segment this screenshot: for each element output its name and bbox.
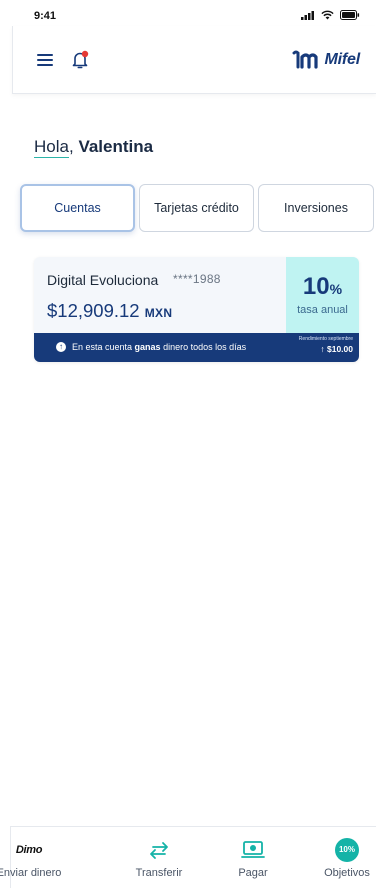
monthly-yield-value: ↑ $10.00 [320, 344, 353, 354]
earnings-info: ↑ En esta cuenta ganas dinero todos los … [56, 342, 246, 352]
greeting-hello: Hola [34, 137, 69, 158]
greeting: Hola, Valentina [34, 137, 154, 158]
account-card-footer: ↑ En esta cuenta ganas dinero todos los … [34, 333, 359, 362]
status-time: 9:41 [34, 10, 57, 22]
mifel-logo-mark-icon [292, 50, 318, 69]
tab-tarjetas-credito[interactable]: Tarjetas crédito [139, 184, 254, 232]
battery-icon [340, 10, 360, 20]
nav-objetivos[interactable]: 10% Objetivos [302, 827, 376, 888]
dimo-logo-icon: Dimo [15, 844, 43, 856]
app-header: Mifel [12, 26, 376, 94]
nav-label-enviar-dinero: Enviar dinero [0, 867, 62, 879]
nav-transferir[interactable]: Transferir [114, 827, 204, 888]
signal-icon [301, 10, 314, 20]
rate-number: 10 [302, 273, 330, 300]
account-masked-number: ****1988 [173, 272, 221, 286]
balance-amount: $12,909.12 [47, 300, 140, 321]
earnings-message: En esta cuenta ganas dinero todos los dí… [72, 342, 247, 352]
nav-pagar[interactable]: Pagar [208, 827, 298, 888]
account-card[interactable]: Digital Evoluciona ****1988 $12,909.12 M… [34, 257, 359, 362]
rate-unit: % [329, 281, 343, 297]
greeting-comma: , [68, 137, 74, 156]
arrow-up-circle-icon: ↑ [56, 342, 66, 352]
hamburger-menu-icon[interactable] [37, 54, 53, 66]
notification-bell-icon[interactable] [71, 50, 89, 70]
nav-label-objetivos: Objetivos [324, 867, 370, 879]
notification-dot [81, 50, 89, 58]
objetivos-badge-icon: 10% [302, 838, 376, 862]
nav-enviar-dinero[interactable]: Dimo Enviar dinero [0, 827, 74, 888]
account-balance: $12,909.12 MXN [47, 300, 172, 322]
annual-rate-box: 10% tasa anual [286, 257, 359, 333]
brand-name: Mifel [324, 51, 361, 68]
cash-icon [208, 839, 298, 861]
wifi-icon [321, 10, 334, 20]
monthly-yield-label: Rendimiento septiembre [298, 336, 353, 342]
account-name: Digital Evoluciona [47, 272, 159, 288]
tab-inversiones[interactable]: Inversiones [258, 184, 374, 232]
nav-label-transferir: Transferir [135, 867, 183, 879]
nav-label-pagar: Pagar [238, 867, 268, 879]
mifel-logo: Mifel [292, 50, 360, 70]
bottom-navigation: Dimo Enviar dinero Transferir Pagar 10% … [0, 826, 376, 888]
status-bar: 9:41 [0, 0, 376, 26]
balance-currency: MXN [144, 306, 173, 320]
status-icons [301, 10, 360, 20]
annual-rate-label: tasa anual [297, 304, 348, 316]
product-tabs: Cuentas Tarjetas crédito Inversiones [20, 184, 376, 232]
greeting-user-name: Valentina [78, 137, 154, 156]
tab-cuentas[interactable]: Cuentas [20, 184, 135, 232]
annual-rate-value: 10% [286, 273, 359, 301]
app-screen: 9:41 Mifel Hola, Valentina Cuentas Tarje… [0, 0, 376, 888]
transfer-arrows-icon [114, 839, 204, 861]
monthly-yield: Rendimiento septiembre ↑ $10.00 [299, 336, 353, 354]
